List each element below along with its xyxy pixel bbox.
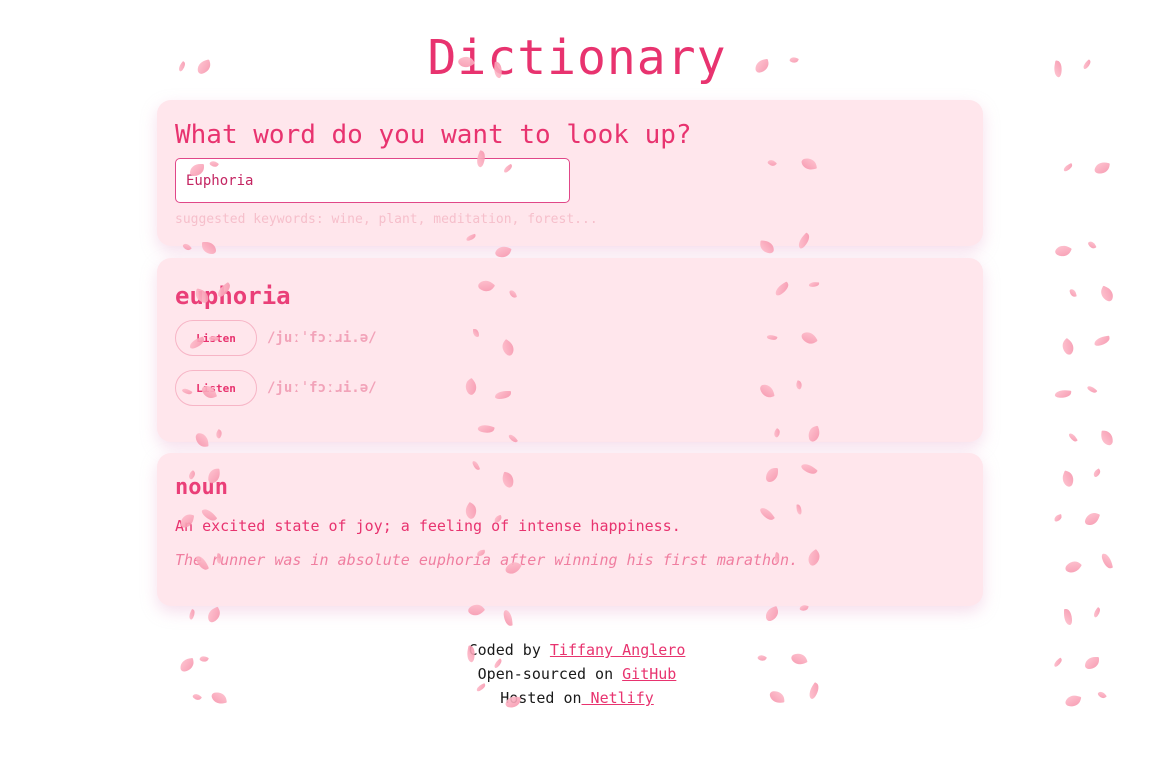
petal-decoration (503, 609, 513, 627)
footer-open-prefix: Open-sourced on (477, 665, 623, 683)
petal-decoration (1053, 514, 1063, 522)
petal-decoration (1098, 285, 1116, 303)
search-card: What word do you want to look up? sugges… (157, 100, 983, 246)
petal-decoration (1083, 510, 1101, 528)
word-title: euphoria (175, 282, 291, 310)
petal-decoration (1093, 335, 1111, 347)
petal-decoration (1054, 389, 1072, 399)
petal-decoration (1064, 609, 1072, 625)
footer-open-line: Open-sourced on GitHub (0, 662, 1154, 686)
github-link[interactable]: GitHub (622, 665, 676, 683)
petal-decoration (187, 608, 197, 621)
petal-decoration (1068, 431, 1078, 444)
listen-button[interactable]: Listen (175, 320, 257, 356)
petal-decoration (1100, 552, 1114, 570)
petal-decoration (1059, 470, 1077, 488)
definition-text: An excited state of joy; a feeling of in… (175, 517, 681, 535)
petal-decoration (763, 605, 781, 623)
petal-decoration (1100, 430, 1114, 446)
footer-coded-prefix: Coded by (468, 641, 550, 659)
page: Dictionary What word do you want to look… (0, 0, 1154, 774)
footer: Coded by Tiffany Anglero Open-sourced on… (0, 638, 1154, 710)
author-link[interactable]: Tiffany Anglero (550, 641, 685, 659)
petal-decoration (1069, 288, 1077, 298)
footer-hosted-line: Hosted on Netlify (0, 686, 1154, 710)
word-card: euphoria Listen /juːˈfɔːɹi.ə/ Listen /ju… (157, 258, 983, 442)
part-of-speech: noun (175, 475, 228, 500)
meaning-card: noun An excited state of joy; a feeling … (157, 453, 983, 606)
search-input[interactable] (175, 158, 570, 203)
petal-decoration (1094, 160, 1110, 176)
suggested-keywords-hint: suggested keywords: wine, plant, meditat… (175, 212, 598, 227)
petal-decoration (1092, 468, 1102, 478)
petal-decoration (1054, 242, 1072, 260)
search-heading: What word do you want to look up? (175, 120, 692, 150)
footer-hosted-prefix: Hosted on (500, 689, 582, 707)
phonetic-text: /juːˈfɔːɹi.ə/ (267, 380, 377, 396)
petal-decoration (205, 606, 223, 624)
footer-coded-line: Coded by Tiffany Anglero (0, 638, 1154, 662)
phonetic-row: Listen /juːˈfɔːɹi.ə/ (175, 370, 377, 406)
netlify-link[interactable]: Netlify (582, 689, 654, 707)
example-text: The runner was in absolute euphoria afte… (175, 551, 799, 569)
petal-decoration (1063, 557, 1083, 577)
page-title: Dictionary (427, 30, 727, 86)
petal-decoration (1086, 384, 1098, 395)
listen-button[interactable]: Listen (175, 370, 257, 406)
petal-decoration (1091, 607, 1103, 618)
phonetic-text: /juːˈfɔːɹi.ə/ (267, 330, 377, 346)
petal-decoration (1058, 337, 1078, 357)
petal-decoration (1087, 240, 1097, 250)
petal-decoration (1062, 163, 1074, 172)
phonetic-row: Listen /juːˈfɔːɹi.ə/ (175, 320, 377, 356)
